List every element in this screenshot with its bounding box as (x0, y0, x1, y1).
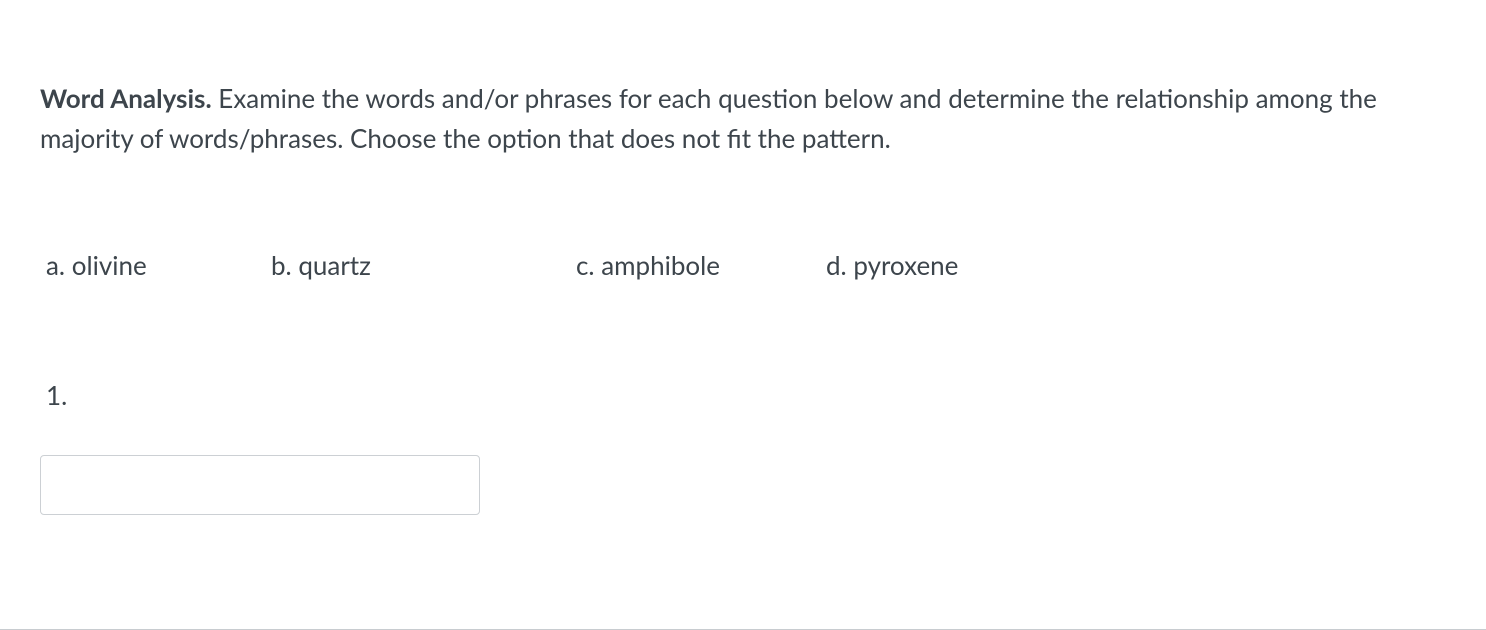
option-c: c. amphibole (576, 249, 826, 281)
instructions-text: Word Analysis. Examine the words and/or … (40, 78, 1420, 159)
options-row: a. olivine b. quartz c. amphibole d. pyr… (40, 249, 1446, 281)
instructions-body: Examine the words and/or phrases for eac… (40, 82, 1377, 154)
option-a: a. olivine (46, 249, 271, 281)
question-number: 1. (40, 379, 1446, 411)
answer-input[interactable] (40, 455, 480, 515)
option-b: b. quartz (271, 249, 576, 281)
instructions-title: Word Analysis. (40, 82, 212, 114)
option-d: d. pyroxene (826, 249, 958, 281)
